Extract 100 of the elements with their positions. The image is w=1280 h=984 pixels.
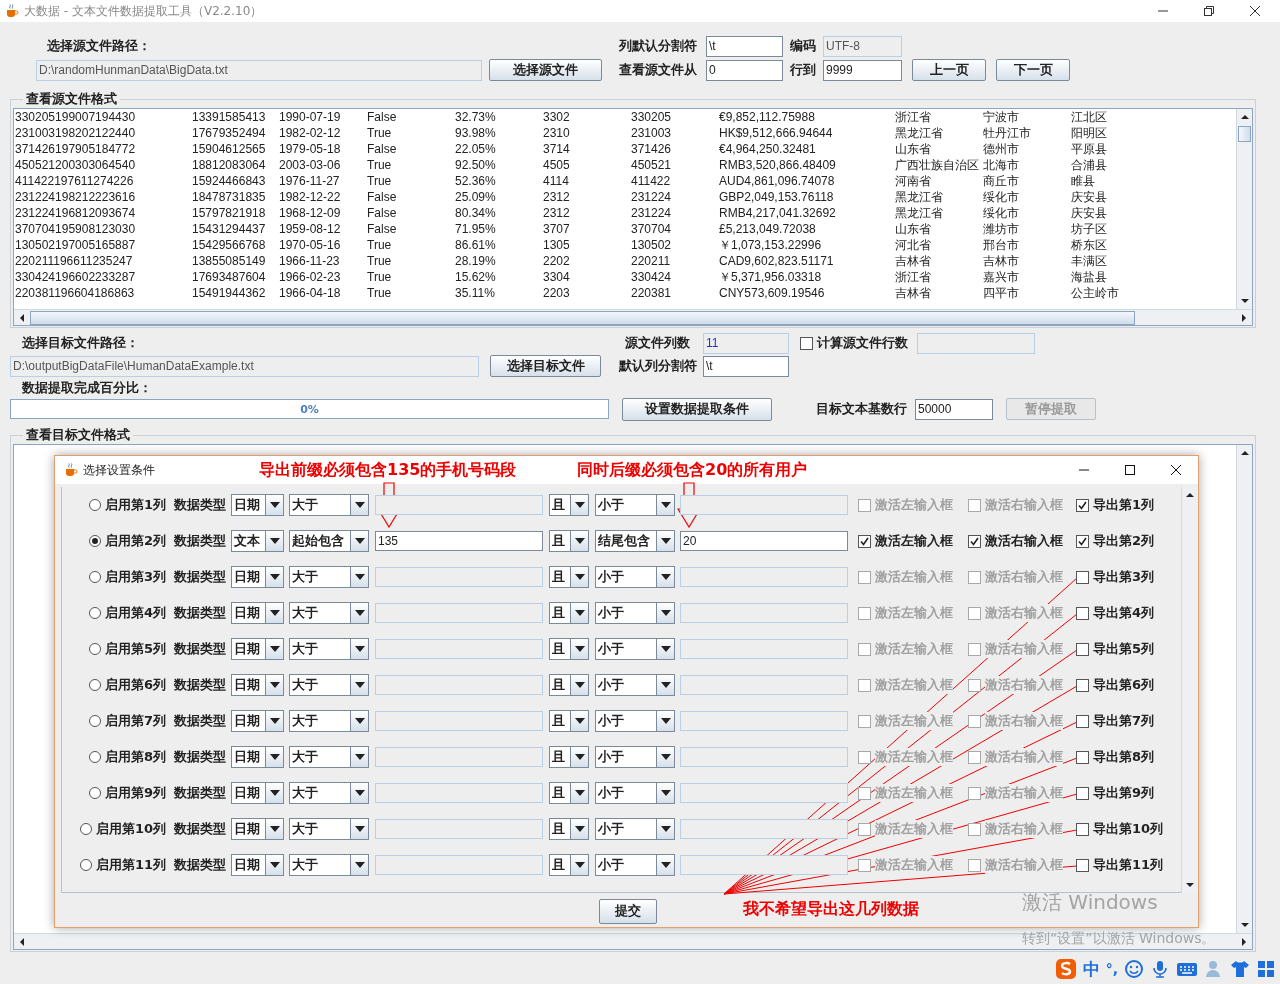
dropdown[interactable]: 日期 — [231, 494, 284, 516]
microphone-icon[interactable] — [1150, 959, 1170, 979]
dropdown[interactable]: 大于 — [289, 746, 369, 768]
input-field[interactable] — [375, 747, 543, 767]
text-field[interactable]: 0 — [706, 59, 783, 81]
button[interactable]: 下一页 — [996, 59, 1070, 81]
checkbox[interactable] — [1076, 606, 1089, 620]
radio-button[interactable] — [88, 787, 101, 799]
input-field[interactable] — [375, 567, 543, 587]
input-field[interactable] — [680, 747, 848, 767]
dropdown[interactable]: 且 — [549, 602, 589, 624]
text-field[interactable]: 50000 — [915, 398, 993, 420]
button[interactable]: 上一页 — [912, 59, 986, 81]
dropdown[interactable]: 起始包含 — [289, 530, 369, 552]
input-field[interactable] — [680, 819, 848, 839]
text-field[interactable]: 9999 — [823, 59, 902, 81]
radio-button[interactable] — [88, 715, 101, 727]
dropdown[interactable]: 大于 — [289, 854, 369, 876]
input-field[interactable]: 20 — [680, 531, 848, 551]
dropdown[interactable]: 小于 — [595, 818, 675, 840]
checkbox[interactable] — [1076, 786, 1089, 800]
dropdown[interactable]: 日期 — [231, 746, 284, 768]
input-field[interactable] — [375, 603, 543, 623]
text-field[interactable]: UTF-8 — [823, 35, 902, 57]
dropdown[interactable]: 大于 — [289, 818, 369, 840]
radio-button[interactable] — [79, 859, 92, 871]
radio-button[interactable] — [88, 643, 101, 655]
checkbox[interactable] — [968, 534, 981, 548]
dropdown[interactable]: 小于 — [595, 746, 675, 768]
radio-button[interactable] — [88, 607, 101, 619]
button[interactable]: 设置数据提取条件 — [622, 397, 772, 421]
dropdown[interactable]: 日期 — [231, 602, 284, 624]
dropdown[interactable]: 小于 — [595, 710, 675, 732]
checkbox[interactable] — [1076, 534, 1089, 548]
dropdown[interactable]: 结尾包含 — [595, 530, 675, 552]
dropdown[interactable]: 小于 — [595, 602, 675, 624]
scrollbar-thumb[interactable] — [1238, 126, 1251, 142]
dropdown[interactable]: 且 — [549, 566, 589, 588]
dropdown[interactable]: 大于 — [289, 710, 369, 732]
text-field[interactable]: \t — [703, 355, 789, 377]
input-field[interactable] — [375, 639, 543, 659]
button[interactable]: 提交 — [599, 898, 657, 924]
input-field[interactable] — [680, 855, 848, 875]
input-field[interactable]: 135 — [375, 531, 543, 551]
dropdown[interactable]: 小于 — [595, 782, 675, 804]
dropdown[interactable]: 大于 — [289, 566, 369, 588]
path-field[interactable]: D:\outputBigDataFile\HumanDataExample.txt — [10, 355, 479, 377]
dropdown[interactable]: 且 — [549, 782, 589, 804]
text-field[interactable] — [917, 332, 1035, 354]
scrollbar[interactable] — [1236, 109, 1252, 309]
dropdown[interactable]: 大于 — [289, 494, 369, 516]
radio-button[interactable] — [88, 751, 101, 763]
input-field[interactable] — [680, 783, 848, 803]
checkbox[interactable] — [1076, 750, 1089, 764]
ime-logo-icon[interactable] — [1054, 958, 1077, 980]
dropdown[interactable]: 日期 — [231, 674, 284, 696]
input-field[interactable] — [680, 675, 848, 695]
checkbox[interactable] — [1076, 570, 1089, 584]
dropdown[interactable]: 且 — [549, 674, 589, 696]
dropdown[interactable]: 大于 — [289, 782, 369, 804]
input-field[interactable] — [375, 783, 543, 803]
checkbox[interactable] — [1076, 714, 1089, 728]
maximize-icon[interactable] — [1124, 464, 1136, 476]
scrollbar[interactable] — [14, 933, 1252, 949]
dropdown[interactable]: 且 — [549, 494, 589, 516]
ime-punctuation[interactable]: °, — [1105, 961, 1118, 977]
checkbox[interactable] — [1076, 498, 1089, 512]
scrollbar[interactable] — [14, 309, 1252, 325]
input-field[interactable] — [375, 855, 543, 875]
input-field[interactable] — [680, 711, 848, 731]
grid-icon[interactable] — [1256, 959, 1276, 979]
dropdown[interactable]: 大于 — [289, 674, 369, 696]
close-icon[interactable] — [1249, 5, 1261, 17]
text-field[interactable]: 11 — [703, 332, 789, 354]
dropdown[interactable]: 小于 — [595, 494, 675, 516]
input-field[interactable] — [680, 603, 848, 623]
radio-button[interactable] — [79, 823, 92, 835]
path-field[interactable]: D:\randomHunmanData\BigData.txt — [36, 59, 482, 81]
dropdown[interactable]: 大于 — [289, 638, 369, 660]
dropdown[interactable]: 日期 — [231, 782, 284, 804]
dropdown[interactable]: 小于 — [595, 854, 675, 876]
restore-icon[interactable] — [1203, 5, 1215, 17]
dropdown[interactable]: 且 — [549, 530, 589, 552]
dropdown[interactable]: 日期 — [231, 818, 284, 840]
checkbox[interactable] — [1076, 642, 1089, 656]
text-field[interactable]: \t — [706, 35, 783, 57]
radio-button[interactable] — [88, 535, 101, 547]
input-field[interactable] — [680, 639, 848, 659]
radio-button[interactable] — [88, 499, 101, 511]
dropdown[interactable]: 日期 — [231, 638, 284, 660]
button[interactable]: 选择源文件 — [489, 59, 602, 81]
dropdown[interactable]: 且 — [549, 710, 589, 732]
dropdown[interactable]: 大于 — [289, 602, 369, 624]
shirt-icon[interactable] — [1230, 959, 1250, 979]
input-field[interactable] — [375, 675, 543, 695]
checkbox[interactable] — [1076, 858, 1089, 872]
dropdown[interactable]: 小于 — [595, 638, 675, 660]
dropdown[interactable]: 且 — [549, 818, 589, 840]
dropdown[interactable]: 日期 — [231, 710, 284, 732]
button[interactable]: 选择目标文件 — [490, 355, 601, 377]
